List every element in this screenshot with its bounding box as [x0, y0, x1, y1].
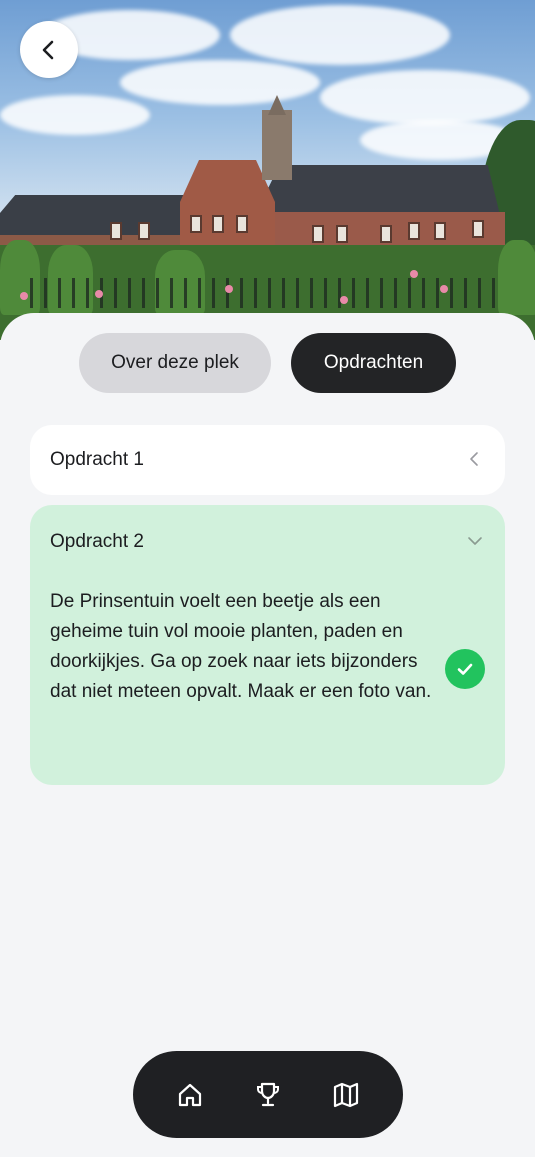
- home-icon: [178, 1083, 202, 1106]
- tab-bar: Over deze plek Opdrachten: [0, 333, 535, 393]
- assignment-card-1[interactable]: Opdracht 1: [30, 425, 505, 495]
- back-button[interactable]: [20, 21, 78, 78]
- content-sheet: Over deze plek Opdrachten Opdracht 1 Opd…: [0, 313, 535, 1157]
- completed-check-icon: [445, 649, 485, 689]
- hero-photo: [0, 0, 535, 340]
- assignment-title: Opdracht 2: [50, 531, 144, 552]
- assignment-description: De Prinsentuin voelt een beetje als een …: [50, 591, 432, 702]
- chevron-left-icon: [42, 40, 54, 59]
- tab-over-deze-plek[interactable]: Over deze plek: [79, 333, 271, 393]
- map-icon: [333, 1082, 359, 1107]
- chevron-left-icon: [470, 452, 478, 466]
- trophy-icon: [257, 1082, 279, 1106]
- assignment-title: Opdracht 1: [50, 449, 144, 470]
- nav-map-button[interactable]: [319, 1068, 373, 1122]
- tab-opdrachten[interactable]: Opdrachten: [291, 333, 456, 393]
- nav-home-button[interactable]: [163, 1068, 217, 1122]
- nav-trophy-button[interactable]: [241, 1068, 295, 1122]
- assignment-card-2[interactable]: Opdracht 2 De Prinsentuin voelt een beet…: [30, 505, 505, 785]
- chevron-down-icon: [468, 537, 482, 545]
- bottom-navigation: [133, 1051, 403, 1138]
